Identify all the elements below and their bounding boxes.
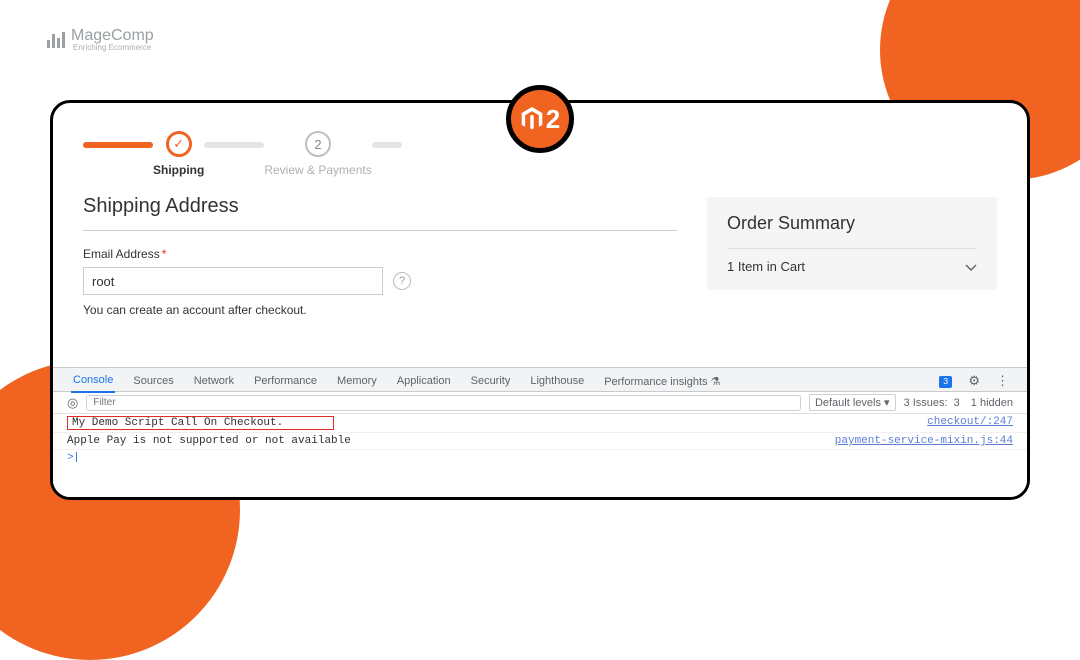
- devtools-panel: Console Sources Network Performance Memo…: [53, 367, 1027, 497]
- tab-security[interactable]: Security: [469, 371, 513, 392]
- log-levels-select[interactable]: Default levels ▾: [809, 394, 896, 411]
- check-icon: ✓: [166, 131, 192, 157]
- step-review[interactable]: 2 Review & Payments: [264, 131, 371, 177]
- cart-line-text: 1 Item in Cart: [727, 259, 805, 274]
- log-line[interactable]: Apple Pay is not supported or not availa…: [53, 433, 1027, 450]
- tab-sources[interactable]: Sources: [131, 371, 175, 392]
- badge-text: 2: [546, 104, 560, 135]
- order-summary: Order Summary 1 Item in Cart: [707, 197, 997, 290]
- m2-badge: 2: [506, 85, 574, 153]
- page-title: Shipping Address: [83, 195, 677, 231]
- tab-console[interactable]: Console: [71, 370, 115, 393]
- step-2-number: 2: [305, 131, 331, 157]
- console-log: My Demo Script Call On Checkout. checkou…: [53, 414, 1027, 466]
- tab-performance[interactable]: Performance: [252, 371, 319, 392]
- log-message: Apple Pay is not supported or not availa…: [67, 435, 351, 447]
- tab-perf-insights[interactable]: Performance insights ⚗: [602, 371, 722, 393]
- step-review-label: Review & Payments: [264, 163, 371, 177]
- step-shipping[interactable]: ✓ Shipping: [153, 131, 204, 177]
- help-icon[interactable]: ?: [393, 272, 411, 290]
- console-prompt[interactable]: >: [53, 450, 1027, 466]
- email-label: Email Address*: [83, 247, 677, 261]
- required-icon: *: [162, 247, 167, 261]
- browser-frame: ✓ Shipping 2 Review & Payments Shipping …: [50, 100, 1030, 500]
- cart-toggle[interactable]: 1 Item in Cart: [727, 248, 977, 274]
- brand-tagline: Enriching Ecommerce: [73, 43, 154, 52]
- devtools-tabbar: Console Sources Network Performance Memo…: [53, 368, 1027, 392]
- tab-network[interactable]: Network: [192, 371, 236, 392]
- issues-indicator[interactable]: 3 Issues: 3: [904, 397, 963, 409]
- more-icon[interactable]: ⋮: [996, 374, 1009, 389]
- magento-icon: [520, 107, 544, 131]
- log-message: My Demo Script Call On Checkout.: [67, 416, 334, 430]
- chevron-down-icon: [965, 261, 977, 273]
- step-shipping-label: Shipping: [153, 163, 204, 177]
- tab-application[interactable]: Application: [395, 371, 453, 392]
- gear-icon[interactable]: ⚙: [968, 374, 980, 389]
- email-field[interactable]: [83, 267, 383, 295]
- tab-memory[interactable]: Memory: [335, 371, 379, 392]
- eye-icon[interactable]: ◎: [67, 395, 78, 411]
- tab-lighthouse[interactable]: Lighthouse: [528, 371, 586, 392]
- progress-bar-3: [372, 142, 402, 148]
- log-source[interactable]: payment-service-mixin.js:44: [835, 435, 1013, 447]
- hidden-count: 1 hidden: [971, 397, 1013, 409]
- messages-count[interactable]: 3: [937, 376, 952, 388]
- order-summary-title: Order Summary: [727, 213, 977, 234]
- logo-bars-icon: [47, 32, 65, 48]
- log-source[interactable]: checkout/:247: [927, 416, 1013, 430]
- progress-bar-1: [83, 142, 153, 148]
- log-line[interactable]: My Demo Script Call On Checkout. checkou…: [53, 414, 1027, 433]
- email-hint: You can create an account after checkout…: [83, 303, 677, 317]
- brand-logo: MageComp Enriching Ecommerce: [47, 27, 154, 52]
- filter-input[interactable]: [86, 395, 801, 411]
- progress-bar-2: [204, 142, 264, 148]
